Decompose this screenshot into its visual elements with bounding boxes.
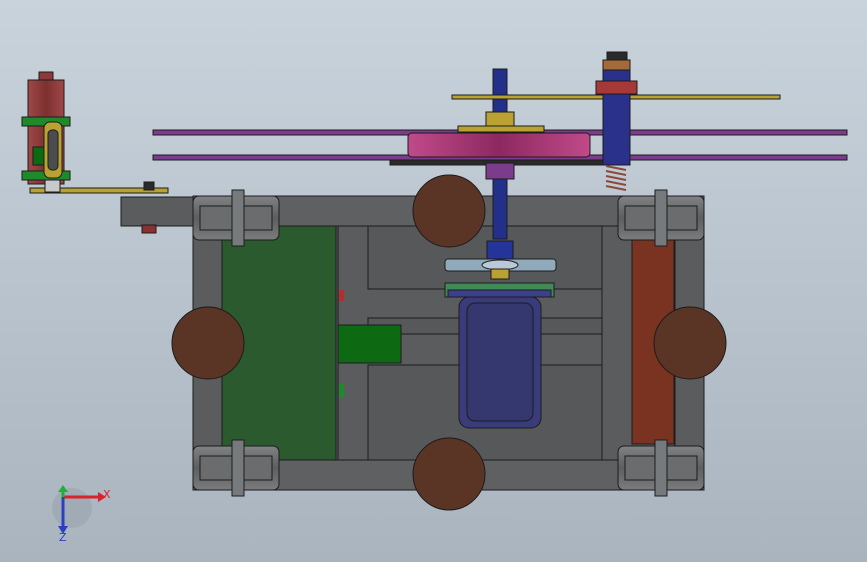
wheel-right — [653, 306, 727, 380]
z-axis-label: Z — [59, 531, 67, 544]
motor-hub — [486, 240, 514, 260]
roller-bottom-left — [192, 439, 280, 497]
roller-top-left — [192, 189, 280, 247]
spring-collar — [595, 80, 638, 95]
drive-motor — [444, 240, 557, 429]
inner-panel-top — [367, 225, 603, 290]
roller-bottom-right — [617, 439, 705, 497]
left-arm-pin — [141, 224, 157, 234]
indicator-red — [339, 290, 344, 301]
cad-viewport[interactable]: X Y Z — [0, 0, 867, 562]
wheel-top — [412, 174, 486, 248]
indicator-green — [339, 384, 344, 398]
lower-collar — [485, 162, 515, 180]
main-pulley — [407, 132, 591, 158]
x-axis-label: X — [103, 488, 111, 501]
wheel-left — [171, 306, 245, 380]
left-arm-bar — [120, 196, 197, 227]
spring-column — [602, 59, 631, 166]
green-bracket-block — [337, 324, 402, 364]
roller-top-right — [617, 189, 705, 247]
cad-assembly-view[interactable]: X Y Z — [0, 0, 867, 562]
wheel-bottom — [412, 437, 486, 511]
